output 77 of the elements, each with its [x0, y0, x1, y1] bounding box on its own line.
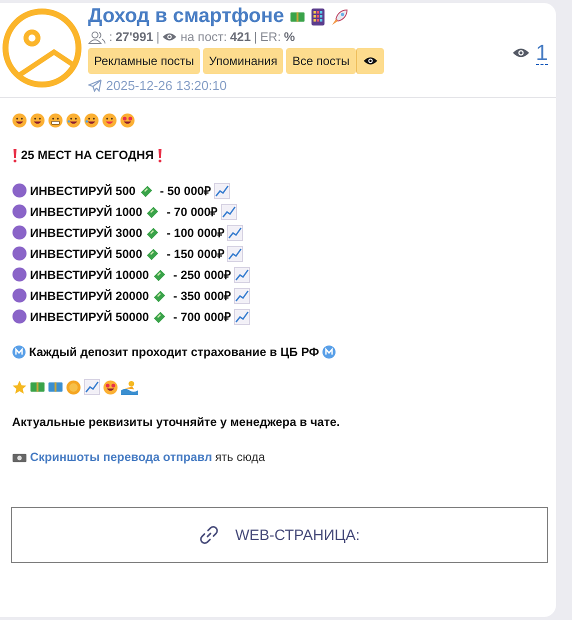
post-text: - 350 000₽	[172, 288, 231, 304]
exclamation-icon	[12, 148, 18, 162]
separator: |	[156, 30, 160, 44]
chart-increasing-icon	[220, 204, 237, 220]
filter-button[interactable]: Упоминания	[203, 48, 284, 74]
post-date: 2025-12-26 13:20:10	[106, 78, 227, 93]
eye-icon	[162, 32, 178, 42]
bullet-circle-icon	[12, 246, 27, 261]
image-placeholder-icon	[2, 8, 82, 88]
emoji-face-icon	[30, 112, 45, 128]
stat-label: ER:	[260, 30, 281, 44]
letter-m-icon	[12, 345, 26, 359]
users-icon	[88, 30, 106, 44]
post-text: - 100 000₽	[166, 225, 224, 241]
emoji-face-icon	[12, 112, 27, 128]
star-icon	[12, 380, 27, 394]
post-text: 25 МЕСТ НА СЕГОДНЯ	[21, 148, 154, 162]
banknote-icon	[290, 10, 306, 22]
stat-value: 27'991	[115, 30, 154, 44]
stat-value: 421	[230, 30, 251, 44]
post-text: Каждый депозит проходит страхование в ЦБ РФ	[29, 345, 320, 359]
banknote-icon	[48, 381, 63, 393]
eye-icon	[512, 47, 530, 59]
post-link[interactable]: Скриншоты перевода отправл	[30, 450, 212, 464]
post-text: ИНВЕСТИРУЙ 5000	[30, 246, 142, 260]
channel-title[interactable]: Доход в смартфоне	[88, 5, 284, 28]
link-icon	[199, 525, 220, 545]
post-text: ИНВЕСТИРУЙ 500	[30, 184, 136, 198]
chart-increasing-icon	[227, 246, 244, 262]
emoji-face-icon	[66, 112, 81, 128]
bullet-circle-icon	[12, 225, 27, 240]
send-icon	[88, 79, 102, 92]
eye-icon	[362, 56, 378, 66]
coin-icon	[66, 380, 81, 394]
post-text: ИНВЕСТИРУЙ 1000	[30, 204, 142, 218]
filter-button[interactable]: Рекламные посты	[88, 48, 200, 74]
bullet-circle-icon	[12, 267, 27, 282]
rocket-icon	[331, 8, 350, 26]
letter-m-icon	[322, 345, 336, 359]
post-text: - 250 000₽	[172, 267, 231, 283]
post-text: ИНВЕСТИРУЙ 10000	[30, 268, 149, 282]
post-text: Актуальные реквизиты уточняйте у менеджера в чате.	[12, 415, 340, 429]
stat-label: на пост:	[180, 30, 227, 44]
bullet-circle-icon	[12, 288, 27, 303]
chart-increasing-icon	[234, 288, 250, 304]
post-text: - 50 000₽	[158, 183, 211, 199]
chart-increasing-icon	[234, 308, 250, 324]
banknote-icon	[30, 381, 45, 393]
calculator-icon	[311, 8, 326, 26]
bullet-circle-icon	[12, 309, 27, 324]
chart-increasing-icon	[84, 379, 100, 395]
emoji-face-icon	[120, 112, 135, 128]
post-text: ИНВЕСТИРУЙ 50000	[30, 310, 149, 324]
emoji-face-icon	[102, 112, 117, 128]
chart-increasing-icon	[214, 182, 230, 198]
stat-label: :	[109, 30, 112, 44]
post-text: ИНВЕСТИРУЙ 3000	[30, 226, 142, 240]
camera-icon	[12, 452, 27, 462]
post-text: - 150 000₽	[166, 246, 224, 262]
emoji-face-icon	[84, 112, 99, 128]
view-toggle-button[interactable]	[356, 48, 384, 74]
post-text: - 700 000₽	[172, 309, 231, 325]
emoji-face-icon	[103, 380, 118, 394]
bullet-circle-icon	[12, 204, 27, 219]
bullet-circle-icon	[12, 183, 27, 198]
separator: |	[254, 30, 258, 44]
post-text: ять сюда	[215, 450, 266, 464]
post-text: ИНВЕСТИРУЙ 20000	[30, 288, 149, 302]
emoji-face-icon	[48, 112, 63, 128]
exclamation-icon	[156, 148, 163, 162]
view-count-link[interactable]: 1	[536, 42, 548, 64]
filter-button[interactable]: Все посты	[286, 48, 356, 74]
web-page-button[interactable]: WEB-СТРАНИЦА:	[11, 507, 548, 563]
post-text: - 70 000₽	[166, 204, 218, 220]
stat-value: %	[284, 30, 296, 44]
chart-increasing-icon	[234, 266, 250, 282]
chart-increasing-icon	[227, 224, 244, 240]
